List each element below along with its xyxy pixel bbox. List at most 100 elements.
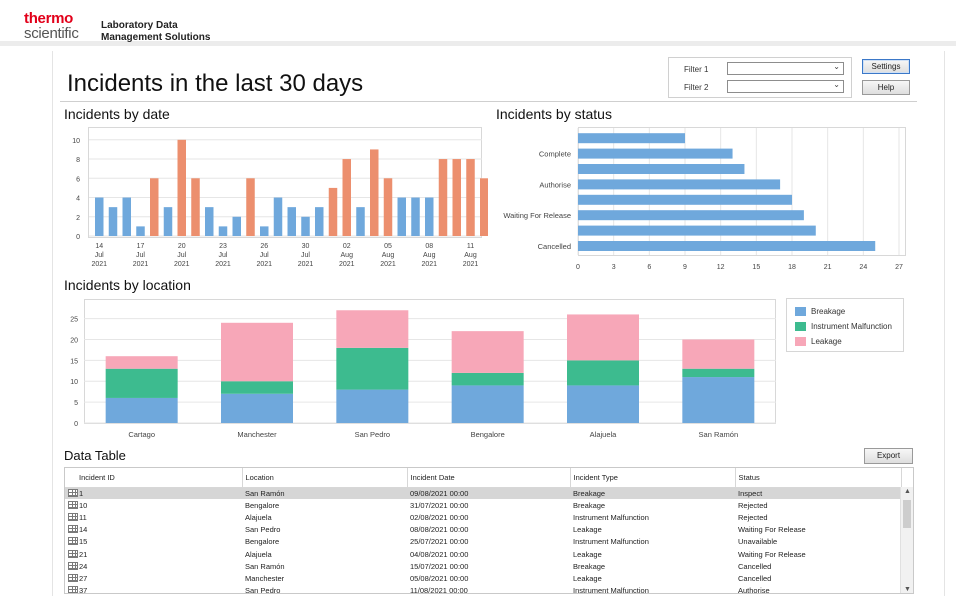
scroll-down-icon[interactable]: ▼	[904, 586, 911, 593]
x-tick-label-line: 14	[95, 243, 103, 250]
x-tick-label-line: Aug	[464, 252, 477, 259]
date-bar	[480, 178, 488, 236]
row-grid-icon	[68, 500, 78, 509]
table-row[interactable]: 27 Manchester 05/08/2021 00:00 Leakage Cance…	[65, 572, 901, 584]
table-cell: Unavailable	[738, 537, 778, 547]
incident-id-text: 10	[79, 500, 88, 510]
scroll-up-icon[interactable]: ▲	[904, 488, 911, 495]
table-cell: Rejected	[738, 500, 768, 510]
table-row[interactable]: 11 Alajuela 02/08/2021 00:00 Instrument Mal…	[65, 511, 901, 523]
column-header-status[interactable]: Status	[735, 468, 902, 488]
location-bar-segment	[336, 347, 409, 390]
date-bar	[315, 207, 324, 236]
y-tick-label: 15	[70, 358, 78, 365]
x-tick-label-line: 23	[219, 243, 227, 250]
date-bar	[328, 187, 338, 236]
x-tick-label-line: 02	[343, 243, 351, 250]
table-cell: 11	[65, 511, 242, 523]
incident-id-text: 21	[79, 549, 88, 559]
x-tick-label: 30 Jul 2021	[298, 243, 314, 268]
table-cell: Breakage	[573, 500, 606, 510]
x-tick-label-line: 2021	[298, 261, 314, 268]
table-row[interactable]: 24 San Ramón 15/07/2021 00:00 Breakage Cance…	[65, 560, 901, 572]
x-tick-label-line: Jul	[260, 252, 269, 259]
date-bar	[122, 197, 131, 236]
x-tick-label-line: Aug	[382, 252, 395, 259]
brand-line2: scientific	[24, 25, 79, 42]
data-table-title: Data Table	[64, 448, 126, 463]
x-tick-label-line: Jul	[177, 252, 186, 259]
location-bar-segment	[682, 368, 755, 378]
x-tick-label: 24	[859, 264, 867, 271]
table-cell: Manchester	[245, 573, 285, 583]
column-header-incident-type[interactable]: Incident Type	[570, 468, 736, 488]
y-tick-label: Authorise	[539, 180, 571, 189]
table-cell: 1	[65, 487, 242, 500]
table-header-row: Incident ID Location Incident Date Incid…	[65, 468, 902, 488]
x-tick-label: 23 Jul 2021	[215, 243, 231, 268]
location-bar-segment	[451, 331, 524, 373]
y-tick-label: Complete	[539, 150, 571, 159]
date-bar	[438, 159, 448, 236]
location-bar-segment	[682, 339, 755, 369]
table-row[interactable]: 10 Bengalore 31/07/2021 00:00 Breakage Rejec…	[65, 499, 901, 511]
x-tick-label: 18	[788, 264, 796, 271]
legend-swatch-instrument-malfunction	[794, 321, 807, 332]
table-cell: Cancelled	[738, 561, 772, 571]
brand-logo: thermo scientific	[24, 11, 79, 41]
filter2-select[interactable]: ⌄	[727, 80, 844, 93]
y-tick-label: 10	[72, 138, 80, 145]
location-bar-segment	[567, 385, 639, 423]
frame-divider-right	[944, 51, 945, 596]
table-scrollbar[interactable]: ▲ ▼	[900, 487, 913, 593]
table-cell: 21	[65, 548, 242, 560]
x-tick-label-line: 2021	[256, 261, 272, 268]
date-bar	[301, 216, 310, 236]
location-bar-segment	[567, 360, 639, 386]
product-line2: Management Solutions	[101, 32, 211, 43]
date-bar	[411, 197, 420, 236]
legend-label-leakage: Leakage	[811, 337, 842, 346]
x-tick-label-line: 05	[384, 243, 392, 250]
page-title: Incidents in the last 30 days	[67, 70, 364, 97]
scroll-thumb[interactable]	[903, 500, 911, 528]
column-header-incident-id[interactable]: Incident ID	[65, 468, 243, 488]
x-tick-label-line: Jul	[219, 252, 228, 259]
x-tick-label: Alajuela	[590, 430, 618, 439]
status-bar	[578, 194, 792, 205]
x-tick-label-line: 30	[302, 243, 310, 250]
date-bar	[218, 226, 228, 236]
by-location-chart: 0 5 10 15 20 25 Cartago Manchester San Pedro Beng…	[70, 310, 776, 439]
export-button[interactable]: Export	[864, 448, 913, 464]
chevron-down-icon: ⌄	[833, 62, 840, 71]
date-bar	[191, 178, 200, 236]
y-tick-label: Cancelled	[538, 242, 571, 251]
incident-id-text: 1	[79, 488, 84, 498]
date-bar	[205, 207, 214, 236]
x-tick-label-line: 2021	[91, 261, 107, 268]
help-button[interactable]: Help	[862, 80, 910, 95]
settings-button[interactable]: Settings	[862, 59, 910, 74]
filter1-select[interactable]: ⌄	[727, 62, 844, 75]
column-header-location[interactable]: Location	[242, 468, 408, 488]
table-cell: Rejected	[738, 512, 768, 522]
table-row[interactable]: 1 San Ramón 09/08/2021 00:00 Breakage Inspec…	[65, 487, 901, 500]
x-tick-label-line: 2021	[463, 261, 479, 268]
x-tick-label: 26 Jul 2021	[256, 243, 272, 268]
table-row[interactable]: 21 Alajuela 04/08/2021 00:00 Leakage Waiting…	[65, 548, 901, 560]
x-tick-label: 3	[612, 264, 616, 271]
table-row[interactable]: 14 San Pedro 08/08/2021 00:00 Leakage Waitin…	[65, 524, 901, 536]
x-tick-label-line: Jul	[95, 252, 104, 259]
table-cell: 04/08/2021 00:00	[410, 549, 469, 559]
date-bar	[150, 178, 159, 236]
x-tick-label-line: 2021	[174, 261, 190, 268]
date-bar	[466, 159, 475, 236]
column-header-incident-date[interactable]: Incident Date	[407, 468, 571, 488]
table-row[interactable]: 37 San Pedro 11/08/2021 00:00 Instrument Ma…	[65, 585, 901, 593]
incident-id-text: 27	[79, 573, 88, 583]
x-tick-label: 14 Jul 2021	[91, 243, 107, 268]
row-grid-icon	[68, 586, 78, 593]
x-tick-label: Manchester	[237, 430, 277, 439]
location-bar-segment	[451, 372, 524, 386]
table-row[interactable]: 15 Bengalore 25/07/2021 00:00 Instrument Ma…	[65, 536, 901, 548]
